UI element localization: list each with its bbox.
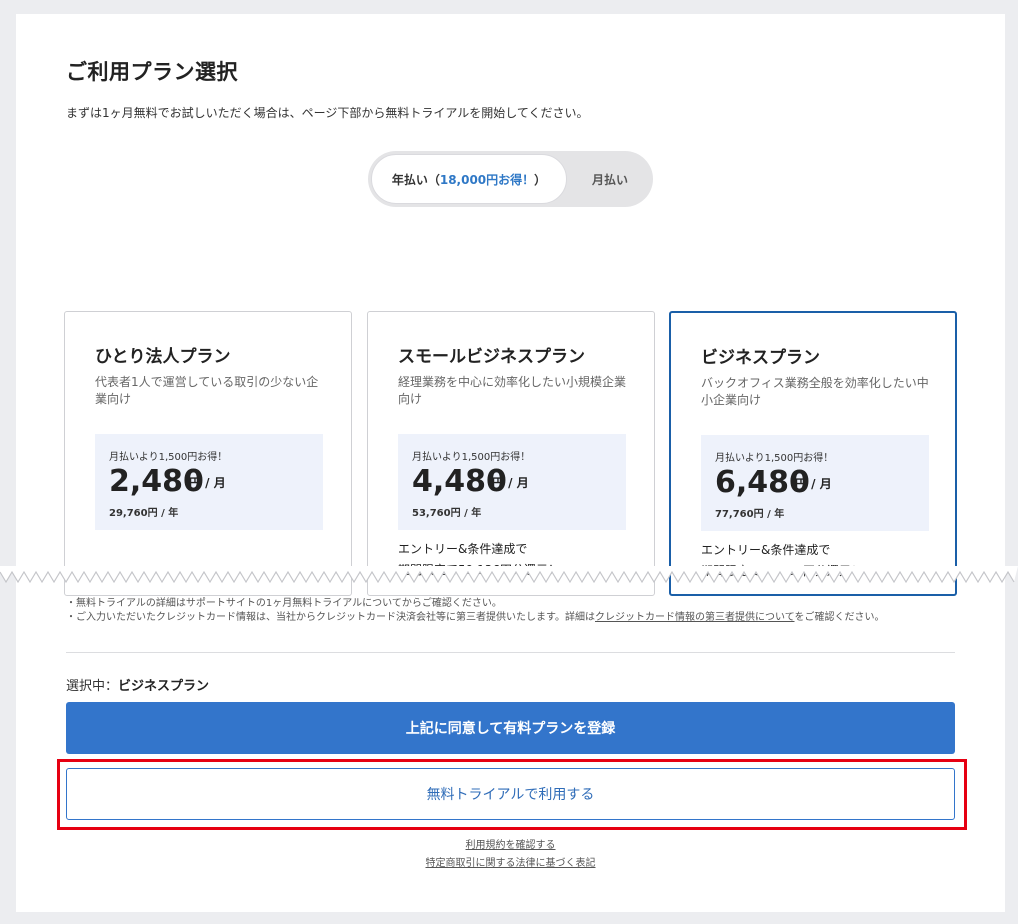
price-box: 月払いより1,500円お得！ 2,480 円 / 月 29,760円 / 年 — [95, 434, 323, 530]
credit-card-note: ・ご入力いただいたクレジットカード情報は、当社からクレジットカード決済会社等に第… — [66, 608, 885, 623]
yearly-price: 77,760円 / 年 — [715, 509, 785, 520]
free-trial-button[interactable]: 無料トライアルで利用する — [66, 768, 955, 820]
plan-selection-panel: ご利用プラン選択 まずは1ヶ月無料でお試しいただく場合は、ページ下部から無料トラ… — [16, 14, 1005, 912]
plan-name: ビジネスプラン — [701, 348, 820, 368]
annual-label: 年払い（ — [391, 172, 440, 187]
selected-plan-indicator: 選択中：ビジネスプラン — [66, 675, 209, 694]
savings-note: 月払いより1,500円お得！ — [715, 453, 834, 464]
cashback-line-1: エントリー&条件達成で — [398, 542, 528, 556]
plan-card-solo-corp[interactable]: ひとり法人プラン 代表者1人で運営している取引の少ない企業向け 月払いより1,5… — [64, 311, 352, 596]
credit-note-prefix: ・ご入力いただいたクレジットカード情報は、当社からクレジットカード決済会社等に第… — [66, 612, 595, 623]
price-box: 月払いより1,500円お得！ 4,480 円 / 月 53,760円 / 年 — [398, 434, 626, 530]
plan-card-business[interactable]: ビジネスプラン バックオフィス業務全般を効率化したい中小企業向け 月払いより1,… — [669, 311, 957, 596]
price-box: 月払いより1,500円お得！ 6,480 円 / 月 77,760円 / 年 — [701, 435, 929, 531]
page-title: ご利用プラン選択 — [66, 60, 238, 84]
credit-note-suffix: をご確認ください。 — [794, 612, 885, 623]
plan-description: 代表者1人で運営している取引の少ない企業向け — [95, 375, 319, 406]
credit-card-info-link[interactable]: クレジットカード情報の第三者提供について — [595, 612, 795, 623]
selected-prefix: 選択中： — [66, 679, 119, 694]
selected-plan-name: ビジネスプラン — [118, 679, 210, 694]
annual-label-close: ） — [534, 172, 547, 187]
trial-note: ・無料トライアルの詳細はサポートサイトの1ヶ月無料トライアルについてからご確認く… — [66, 598, 502, 609]
price-unit: 円 / 月 — [492, 476, 529, 490]
plan-card-small-business[interactable]: スモールビジネスプラン 経理業務を中心に効率化したい小規模企業向け 月払いより1… — [367, 311, 655, 596]
annual-savings: 18,000円お得！ — [439, 172, 535, 187]
plan-name: ひとり法人プラン — [95, 347, 231, 367]
price-unit: 円 / 月 — [189, 476, 226, 490]
annual-billing-option[interactable]: 年払い（ 18,000円お得！） — [371, 154, 567, 204]
savings-note: 月払いより1,500円お得！ — [109, 452, 228, 463]
terms-link[interactable]: 利用規約を確認する — [16, 836, 1005, 851]
divider — [66, 652, 955, 653]
torn-edge-divider — [0, 566, 1018, 584]
commercial-law-link[interactable]: 特定商取引に関する法律に基づく表記 — [16, 854, 1005, 869]
billing-toggle: 年払い（ 18,000円お得！） 月払い — [368, 151, 653, 207]
register-paid-plan-button[interactable]: 上記に同意して有料プランを登録 — [66, 702, 955, 754]
price-unit: 円 / 月 — [795, 477, 832, 491]
yearly-price: 53,760円 / 年 — [412, 508, 482, 519]
yearly-price: 29,760円 / 年 — [109, 508, 179, 519]
monthly-billing-option[interactable]: 月払い — [571, 154, 649, 204]
plan-description: バックオフィス業務全般を効率化したい中小企業向け — [701, 376, 929, 407]
cashback-line-1: エントリー&条件達成で — [701, 543, 831, 557]
plan-name: スモールビジネスプラン — [398, 347, 585, 367]
page-subtitle: まずは1ヶ月無料でお試しいただく場合は、ページ下部から無料トライアルを開始してく… — [66, 106, 589, 120]
savings-note: 月払いより1,500円お得！ — [412, 452, 531, 463]
plan-description: 経理業務を中心に効率化したい小規模企業向け — [398, 375, 627, 406]
